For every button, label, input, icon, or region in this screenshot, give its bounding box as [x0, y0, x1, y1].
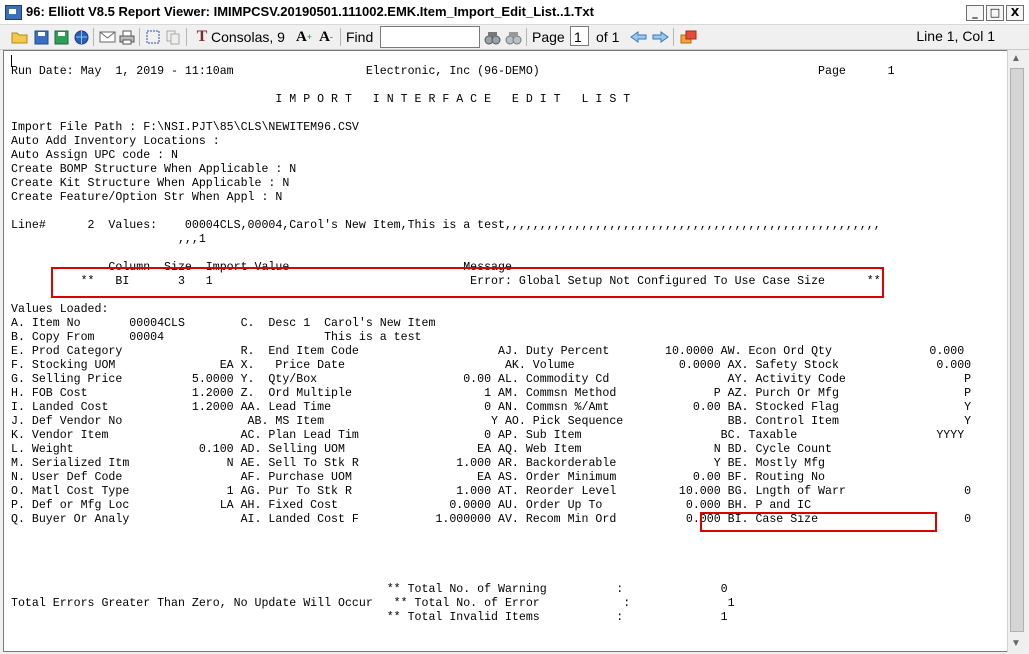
- find-previous-icon[interactable]: [503, 28, 523, 46]
- report-line: ,,,1: [11, 233, 206, 246]
- find-input[interactable]: [380, 26, 480, 48]
- window-title: 96: Elliott V8.5 Report Viewer: IMIMPCSV…: [26, 4, 594, 19]
- report-line: B. Copy From 00004 This is a test: [11, 331, 422, 344]
- find-next-icon[interactable]: [482, 28, 502, 46]
- report-line: Total Errors Greater Than Zero, No Updat…: [11, 597, 735, 610]
- report-line: N. User Def Code AF. Purchase UOM EA AS.…: [11, 471, 826, 484]
- report-line: H. FOB Cost 1.2000 Z. Ord Multiple 1 AM.…: [11, 387, 972, 400]
- save-icon[interactable]: [32, 28, 50, 46]
- report-line: Run Date: May 1, 2019 - 11:10am Electron…: [11, 65, 895, 78]
- scroll-thumb[interactable]: [1010, 68, 1024, 632]
- report-line: P. Def or Mfg Loc LA AH. Fixed Cost 0.00…: [11, 499, 812, 512]
- font-icon[interactable]: T: [191, 28, 213, 46]
- vertical-scrollbar[interactable]: ▲ ▼: [1007, 50, 1026, 652]
- case-size-highlight-box: [700, 512, 937, 532]
- decrease-font-icon[interactable]: A-: [317, 28, 335, 46]
- report-text: Run Date: May 1, 2019 - 11:10am Electron…: [11, 65, 971, 625]
- report-line: G. Selling Price 5.0000 Y. Qty/Box 0.00 …: [11, 373, 972, 386]
- next-page-icon[interactable]: [650, 28, 670, 46]
- report-line: Line# 2 Values: 00004CLS,00004,Carol's N…: [11, 219, 881, 232]
- report-line: O. Matl Cost Type 1 AG. Pur To Stk R 1.0…: [11, 485, 972, 498]
- minimize-button[interactable]: _: [966, 5, 984, 21]
- email-icon[interactable]: [97, 28, 117, 46]
- globe-icon[interactable]: [72, 28, 90, 46]
- save-as-icon[interactable]: [52, 28, 70, 46]
- previous-page-icon[interactable]: [628, 28, 648, 46]
- cursor-position: Line 1, Col 1: [916, 28, 995, 44]
- report-line: Import File Path : F:\NSI.PJT\85\CLS\NEW…: [11, 121, 359, 134]
- page-label: Page: [532, 29, 565, 45]
- scroll-down-icon[interactable]: ▼: [1011, 638, 1021, 649]
- report-line: Values Loaded:: [11, 303, 109, 316]
- font-selector[interactable]: Consolas, 9: [211, 28, 286, 46]
- report-line: Auto Assign UPC code : N: [11, 149, 178, 162]
- report-line: M. Serialized Itm N AE. Sell To Stk R 1.…: [11, 457, 826, 470]
- report-line: Auto Add Inventory Locations :: [11, 135, 220, 148]
- page-count: of 1: [596, 29, 620, 45]
- maximize-button[interactable]: □: [986, 5, 1004, 21]
- title-bar: 96: Elliott V8.5 Report Viewer: IMIMPCSV…: [0, 0, 1029, 25]
- toolbar: T Consolas, 9 A + A- Find Page 1 of 1 Lin…: [0, 25, 1029, 50]
- report-line: Create Feature/Option Str When Appl : N: [11, 191, 283, 204]
- report-line: K. Vendor Item AC. Plan Lead Tim 0 AP. S…: [11, 429, 965, 442]
- open-folder-icon[interactable]: [10, 28, 28, 46]
- report-viewport[interactable]: Run Date: May 1, 2019 - 11:10am Electron…: [3, 50, 1008, 652]
- increase-font-icon[interactable]: A +: [295, 28, 313, 46]
- report-line: L. Weight 0.100 AD. Selling UOM EA AQ. W…: [11, 443, 832, 456]
- export-icon[interactable]: [678, 28, 698, 46]
- report-line: E. Prod Category R. End Item Code AJ. Du…: [11, 345, 965, 358]
- report-line: F. Stocking UOM EA X. Price Date AK. Vol…: [11, 359, 972, 372]
- report-line: ** Total Invalid Items : 1: [11, 611, 728, 624]
- close-button[interactable]: X: [1006, 5, 1024, 21]
- page-input[interactable]: 1: [570, 26, 589, 46]
- select-area-icon[interactable]: [144, 28, 162, 46]
- copy-icon[interactable]: [164, 28, 182, 46]
- report-line: Create BOMP Structure When Applicable : …: [11, 163, 297, 176]
- error-highlight-box: [51, 267, 884, 298]
- report-line: J. Def Vendor No AB. MS Item Y AO. Pick …: [11, 415, 972, 428]
- find-label: Find: [346, 29, 374, 45]
- app-icon: [5, 5, 22, 20]
- scroll-up-icon[interactable]: ▲: [1011, 53, 1021, 64]
- report-line: ** Total No. of Warning : 0: [11, 583, 728, 596]
- report-line: I. Landed Cost 1.2000 AA. Lead Time 0 AN…: [11, 401, 972, 414]
- report-line: I M P O R T I N T E R F A C E E D I T L …: [11, 93, 631, 106]
- report-line: A. Item No 00004CLS C. Desc 1 Carol's Ne…: [11, 317, 436, 330]
- print-icon[interactable]: [118, 28, 136, 46]
- report-line: Create Kit Structure When Applicable : N: [11, 177, 290, 190]
